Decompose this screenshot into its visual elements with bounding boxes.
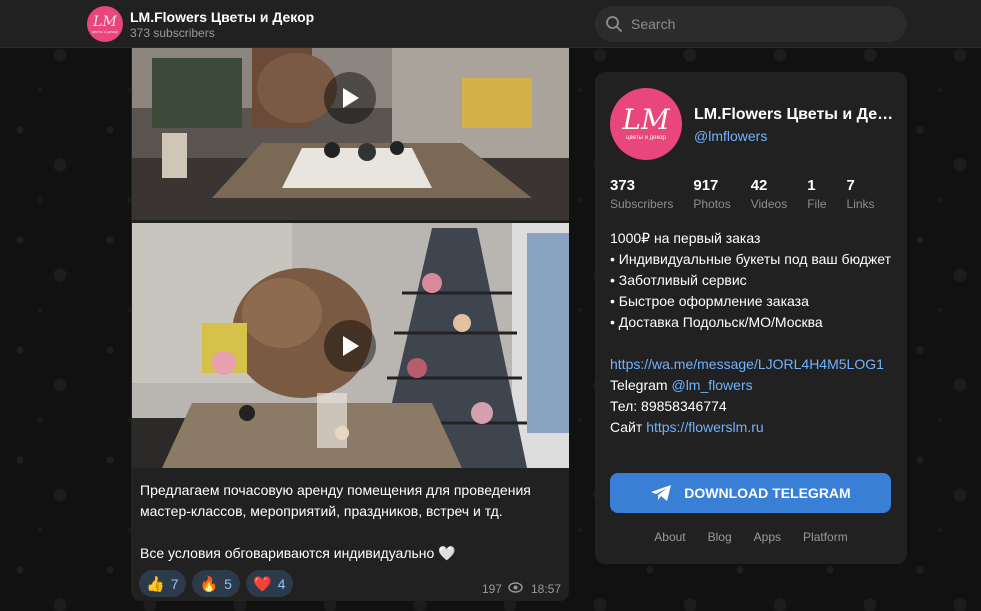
stat-videos[interactable]: 42 Videos	[751, 177, 787, 213]
desc-line: • Индивидуальные букеты под ваш бюджет	[610, 251, 892, 267]
play-icon	[343, 88, 359, 108]
top-bar: LM цветы и декор LM.Flowers Цветы и Деко…	[0, 0, 981, 48]
stat-value: 42	[750, 177, 768, 194]
stat-value: 1	[807, 177, 816, 194]
view-count: 197	[481, 582, 502, 596]
channel-stats: 373 Subscribers 917 Photos 42 Videos 1 F…	[610, 177, 895, 213]
footer-link-blog[interactable]: Blog	[708, 530, 732, 544]
reaction-fire[interactable]: 🔥 5	[192, 570, 240, 597]
reactions-bar: 👍 7 🔥 5 ❤️ 4	[139, 570, 294, 597]
footer-link-apps[interactable]: Apps	[754, 530, 781, 544]
stat-label: File	[807, 197, 827, 211]
reaction-count: 5	[224, 575, 232, 592]
eye-icon	[508, 582, 523, 596]
channel-description: 1000₽ на первый заказ • Индивидуальные б…	[610, 228, 896, 438]
stat-subscribers: 373 Subscribers	[610, 177, 673, 213]
play-button[interactable]	[324, 320, 376, 372]
reaction-heart[interactable]: ❤️ 4	[245, 570, 294, 597]
fire-icon: 🔥	[199, 575, 219, 593]
search-icon	[605, 15, 623, 33]
post-text: Предлагаем почасовую аренду помещения дл…	[140, 480, 560, 564]
telegram-plane-icon	[650, 484, 672, 502]
search-input[interactable]	[631, 16, 881, 32]
avatar-logo-subtext: цветы и декор	[626, 135, 666, 141]
channel-post: Предлагаем почасовую аренду помещения дл…	[131, 48, 569, 601]
post-text-paragraph-1: Предлагаем почасовую аренду помещения дл…	[140, 482, 531, 519]
stat-photos[interactable]: 917 Photos	[693, 177, 730, 213]
heart-icon: ❤️	[252, 575, 272, 593]
reaction-count: 7	[170, 575, 179, 592]
channel-avatar[interactable]: LM цветы и декор	[87, 6, 123, 42]
channel-header[interactable]: LM цветы и декор LM.Flowers Цветы и Деко…	[87, 6, 314, 42]
site-label: Сайт	[610, 419, 643, 435]
whatsapp-link[interactable]: https://wa.me/message/LJORL4H4M5LOG1	[610, 356, 884, 372]
video-thumbnail-1[interactable]	[132, 48, 569, 220]
channel-title[interactable]: LM.Flowers Цветы и Декор	[130, 8, 314, 26]
desc-line: • Заботливый сервис	[610, 272, 747, 288]
search-box[interactable]	[595, 6, 907, 42]
stat-value: 917	[693, 177, 719, 194]
stat-value: 373	[610, 177, 636, 194]
play-icon	[343, 336, 359, 356]
site-link[interactable]: https://flowerslm.ru	[646, 419, 763, 435]
post-text-paragraph-2: Все условия обговариваются индивидуально…	[140, 545, 456, 561]
card-channel-title: LM.Flowers Цветы и Декор	[694, 106, 894, 123]
video-thumbnail-2[interactable]	[132, 223, 569, 468]
play-button[interactable]	[324, 72, 376, 124]
footer-link-platform[interactable]: Platform	[803, 530, 848, 544]
stat-label: Links	[846, 197, 875, 211]
download-telegram-button[interactable]: DOWNLOAD TELEGRAM	[610, 473, 891, 513]
subscriber-count: 373 subscribers	[130, 26, 215, 40]
channel-handle[interactable]: @lmflowers	[694, 128, 767, 144]
desc-line: 1000₽ на первый заказ	[610, 230, 761, 246]
desc-line: • Быстрое оформление заказа	[610, 293, 809, 309]
stat-label: Videos	[750, 197, 788, 211]
channel-info-card: LM цветы и декор LM.Flowers Цветы и Деко…	[595, 72, 907, 564]
telegram-link[interactable]: @lm_flowers	[671, 377, 752, 393]
phone-number: Тел: 89858346774	[610, 398, 727, 414]
telegram-label: Telegram	[610, 377, 668, 393]
avatar-logo-subtext: цветы и декор	[91, 28, 119, 34]
desc-line: • Доставка Подольск/МО/Москва	[610, 314, 823, 330]
stat-links[interactable]: 7 Links	[847, 177, 875, 213]
post-time: 18:57	[530, 582, 561, 596]
post-meta: 197 18:57	[482, 582, 561, 596]
avatar-logo-text: LM	[93, 13, 117, 30]
footer-link-about[interactable]: About	[654, 530, 685, 544]
stat-label: Photos	[693, 197, 731, 211]
stat-files[interactable]: 1 File	[807, 177, 826, 213]
channel-avatar-large: LM цветы и декор	[610, 88, 682, 160]
stat-value: 7	[846, 177, 855, 194]
reaction-count: 4	[277, 575, 286, 592]
footer-links: About Blog Apps Platform	[595, 530, 907, 544]
avatar-logo-text: LM	[622, 103, 670, 136]
stat-label: Subscribers	[610, 197, 674, 211]
thumbs-up-icon: 👍	[146, 575, 165, 593]
download-label: DOWNLOAD TELEGRAM	[684, 485, 851, 501]
reaction-thumbs-up[interactable]: 👍 7	[139, 570, 187, 597]
